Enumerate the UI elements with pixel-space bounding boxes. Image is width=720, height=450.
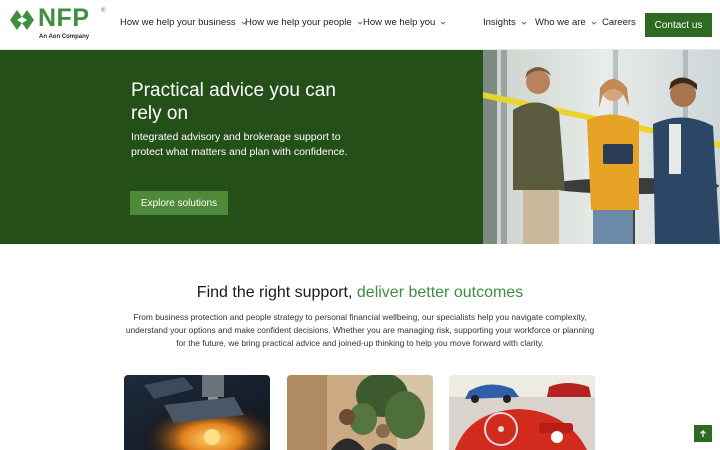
hero-photo [483, 50, 720, 244]
nav-item-insights[interactable]: Insights [483, 17, 528, 28]
hero-title: Practical advice you can rely on [131, 80, 336, 124]
explore-solutions-button[interactable]: Explore solutions [130, 191, 228, 215]
nav-item-people[interactable]: How we help your people [245, 17, 364, 28]
brand-name: NFP [38, 4, 90, 32]
card-classic-cars[interactable] [449, 375, 595, 450]
section-title: Find the right support, deliver better o… [0, 284, 720, 302]
card-people[interactable] [287, 375, 433, 450]
contact-us-button[interactable]: Contact us [645, 13, 712, 37]
section-title-accent: deliver better outcomes [356, 284, 524, 301]
card-industrial[interactable] [124, 375, 270, 450]
hero-description: Integrated advisory and brokerage suppor… [131, 131, 348, 158]
nav-item-careers[interactable]: Careers [602, 17, 636, 28]
nav-label: Insights [483, 17, 516, 28]
chevron-down-icon [590, 19, 598, 27]
site-header: NFP ® An Aon Company How we help your bu… [0, 0, 720, 50]
section-description: From business protection and people stra… [125, 312, 595, 348]
nav-item-business[interactable]: How we help your business [120, 17, 248, 28]
chevron-down-icon [439, 19, 447, 27]
nfp-leaf-icon [10, 10, 34, 30]
brand-tagline: An Aon Company [39, 34, 90, 40]
hero-banner: Practical advice you can rely on Integra… [0, 50, 720, 244]
people-meeting-photo [287, 375, 433, 450]
nav-item-who-we-are[interactable]: Who we are [535, 17, 598, 28]
industrial-machinery-photo [124, 375, 270, 450]
registered-mark: ® [101, 8, 106, 14]
classic-cars-photo [449, 375, 595, 450]
nav-label: How we help you [363, 17, 436, 28]
nav-label: Careers [602, 17, 636, 28]
back-to-top-button[interactable] [694, 425, 712, 442]
section-title-main: Find the right support, [196, 284, 353, 301]
nav-label: How we help your business [120, 17, 236, 28]
nav-item-you[interactable]: How we help you [363, 17, 447, 28]
nav-label: How we help your people [245, 17, 352, 28]
nfp-logo[interactable]: NFP ® An Aon Company [8, 4, 108, 44]
chevron-down-icon [520, 19, 528, 27]
arrow-up-icon [700, 429, 706, 437]
nav-label: Who we are [535, 17, 586, 28]
